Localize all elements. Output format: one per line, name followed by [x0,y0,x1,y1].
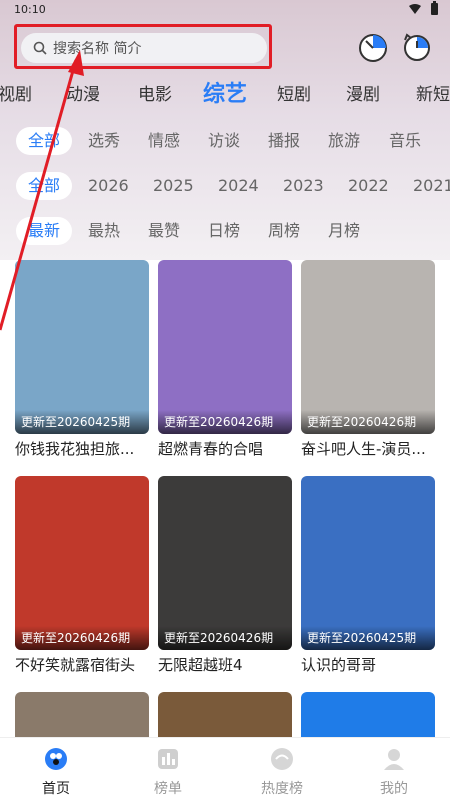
tab-label: 我的 [380,781,408,797]
show-card[interactable]: 更新至20260425期 认识的哥哥 [301,476,435,675]
tab-label: 首页 [42,781,70,797]
filter-chip[interactable]: 最赞 [136,217,192,245]
tab-profile[interactable]: 我的 [364,744,424,798]
user-icon [384,749,404,770]
tab-hot[interactable]: 热度榜 [252,744,312,798]
show-title: 超燃青春的合唱 [158,440,264,458]
wifi-icon [409,4,421,14]
category-tab[interactable]: 漫剧 [346,80,380,105]
filter-chip[interactable]: 2021 [401,172,450,200]
tab-home[interactable]: 首页 [26,744,86,798]
episode-caption: 更新至20260426期 [158,410,292,434]
show-poster: 更新至20260426期 [158,476,292,650]
refresh-clock-icon[interactable] [401,32,433,64]
filter-chip[interactable]: 最热 [76,217,132,245]
filter-chip[interactable]: 2023 [271,172,336,200]
filter-chip[interactable]: 月榜 [316,217,372,245]
show-card[interactable]: 更新至20260426期 奋斗吧人生-演员... [301,260,435,459]
category-tab[interactable]: 动漫 [66,80,100,105]
bottom-tab-bar: 首页 榜单 热度榜 我的 [0,737,450,800]
tab-chart[interactable]: 榜单 [138,744,198,798]
filter-chip[interactable]: 日榜 [196,217,252,245]
filter-chip[interactable]: 2022 [336,172,401,200]
filter-chip[interactable]: 音乐 [377,127,433,155]
sort-filter-row: 最新 最热 最赞 日榜 周榜 月榜 [0,214,450,248]
category-tab[interactable]: 新短 [416,80,450,105]
show-title: 你钱我花独担旅... [15,440,135,458]
filter-chip[interactable]: 访谈 [196,127,252,155]
status-time: 10:10 [14,3,46,16]
history-clock-icon[interactable] [357,32,389,64]
filter-chip[interactable]: 2025 [141,172,206,200]
search-input[interactable]: 搜索名称 简介 [21,33,267,63]
chart-icon [158,749,178,769]
genre-filter-row: 全部 选秀 情感 访谈 播报 旅游 音乐 [0,124,450,158]
category-tab[interactable]: 电影 [138,80,172,105]
filter-chip[interactable]: 播报 [256,127,312,155]
filter-chip[interactable]: 选秀 [76,127,132,155]
battery-icon [431,1,438,15]
category-tab[interactable]: 视剧 [0,80,32,105]
filter-chip[interactable]: 周榜 [256,217,312,245]
home-icon [45,748,67,770]
year-filter-row: 全部 2026 2025 2024 2023 2022 2021 [0,169,450,203]
episode-caption: 更新至20260425期 [15,410,149,434]
show-title: 无限超越班4 [158,656,243,674]
search-placeholder: 搜索名称 简介 [53,41,142,57]
episode-caption: 更新至20260426期 [158,626,292,650]
category-tabs: 视剧 动漫 电影 综艺 短剧 漫剧 新短 [0,72,450,110]
filter-chip[interactable]: 全部 [16,172,73,200]
show-poster: 更新至20260425期 [301,476,435,650]
show-card[interactable]: 更新至20260426期 超燃青春的合唱 [158,260,292,459]
hot-icon [271,748,293,770]
episode-caption: 更新至20260426期 [301,410,435,434]
show-poster: 更新至20260425期 [15,260,149,434]
filter-chip[interactable]: 旅游 [316,127,372,155]
search-icon [33,41,47,55]
show-title: 不好笑就露宿街头 [15,656,136,674]
category-tab-active[interactable]: 综艺 [203,76,247,108]
show-poster: 更新至20260426期 [158,260,292,434]
show-card[interactable]: 更新至20260426期 不好笑就露宿街头 [15,476,149,675]
show-poster: 更新至20260426期 [301,260,435,434]
episode-caption: 更新至20260425期 [301,626,435,650]
filter-chip[interactable]: 全部 [16,127,73,155]
show-title: 奋斗吧人生-演员... [301,440,426,458]
filter-chip[interactable]: 最新 [16,217,73,245]
tab-label: 榜单 [154,781,182,797]
show-poster: 更新至20260426期 [15,476,149,650]
category-tab[interactable]: 短剧 [277,80,311,105]
filter-chip[interactable]: 2024 [206,172,271,200]
show-card[interactable]: 更新至20260426期 无限超越班4 [158,476,292,675]
status-bar: 10:10 [0,0,450,20]
tab-label: 热度榜 [261,781,303,797]
show-title: 认识的哥哥 [301,656,377,674]
show-card[interactable]: 更新至20260425期 你钱我花独担旅... [15,260,149,459]
filter-chip[interactable]: 2026 [76,172,141,200]
episode-caption: 更新至20260426期 [15,626,149,650]
search-highlight-box: 搜索名称 简介 [14,24,272,69]
filter-chip[interactable]: 情感 [136,127,192,155]
